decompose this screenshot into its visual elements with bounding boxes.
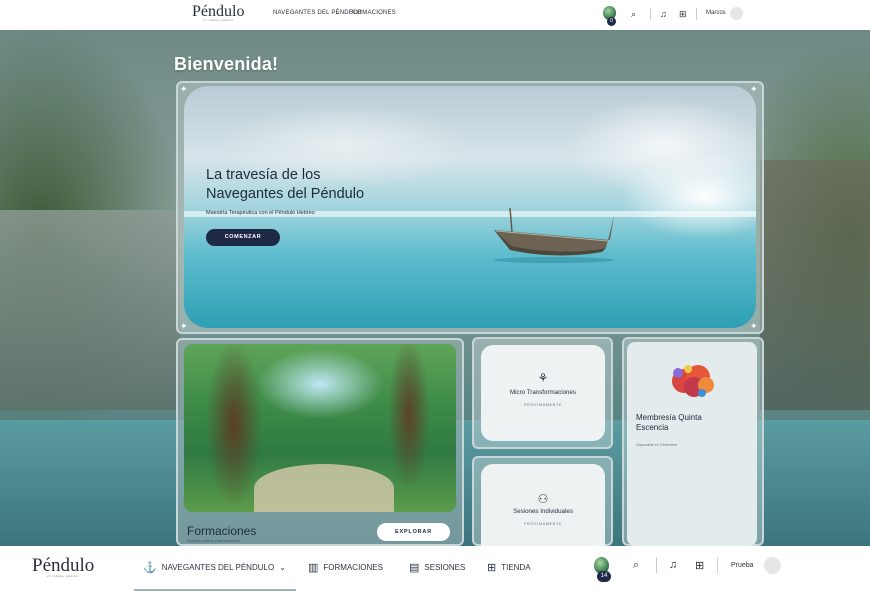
gem-count-badge: 0: [607, 17, 616, 26]
hero-card[interactable]: La travesía de los Navegantes del Péndul…: [184, 86, 756, 328]
users-icon: ⚇: [537, 492, 549, 506]
stone-path: [254, 464, 394, 512]
anchor-icon: ⚓: [143, 562, 157, 574]
sesiones-title: Sesiones Individuales: [513, 508, 573, 515]
avatar[interactable]: [730, 7, 743, 20]
gem-count-badge: 14: [597, 571, 611, 582]
cart-icon: ⊞: [487, 562, 497, 574]
sprout-icon: ⚘: [537, 371, 549, 385]
boat-illustration: [494, 207, 614, 263]
sparkle-icon: ✦: [750, 84, 758, 94]
formaciones-image[interactable]: [184, 344, 456, 512]
nav-item-formaciones-label: FORMACIONES: [323, 563, 383, 572]
nav-item-tienda-label: TIENDA: [501, 563, 531, 572]
start-button[interactable]: COMENZAR: [206, 229, 280, 246]
calendar-icon: ▤: [409, 562, 420, 574]
welcome-heading: Bienvenida!: [174, 54, 279, 74]
sparkle-icon: ✦: [180, 321, 188, 331]
micro-title: Micro Transformaciones: [509, 389, 577, 396]
nav-item-sesiones[interactable]: ▤ SESIONES: [409, 561, 465, 574]
hero-title: La travesía de los Navegantes del Péndul…: [206, 166, 364, 204]
bottom-logo-text: Péndulo: [32, 555, 95, 576]
chevron-down-icon: ⌄: [279, 563, 286, 572]
cart-icon[interactable]: ⊞: [679, 9, 687, 20]
background-cliff-right: [760, 160, 870, 410]
micro-status: PRÓXIMAMENTE: [524, 403, 562, 407]
membresia-title-line1: Membresía Quinta: [636, 413, 702, 422]
hero-title-line2: Navegantes del Péndulo: [206, 186, 365, 202]
bell-icon[interactable]: ♫: [669, 559, 677, 571]
user-name[interactable]: Marcos: [706, 10, 726, 16]
sparkle-icon: ✦: [180, 84, 188, 94]
top-logo[interactable]: Péndulo el camino interior: [192, 3, 244, 22]
bell-icon[interactable]: ♫: [660, 9, 667, 19]
background-cliff-left: [0, 210, 180, 410]
search-icon[interactable]: ⌕: [631, 9, 636, 20]
membresia-title: Membresía Quinta Escencia: [636, 413, 702, 433]
sparkle-icon: ✦: [750, 321, 758, 331]
search-icon[interactable]: ⌕: [633, 559, 639, 572]
divider: [650, 8, 651, 20]
hero-subtitle: Maestría Terapéutica con el Péndulo Hebr…: [206, 210, 315, 216]
hero-title-line1: La travesía de los: [206, 167, 321, 183]
membresia-subtitle: Disponible en Diciembre: [636, 443, 678, 447]
top-nav-formaciones[interactable]: FORMACIONES: [349, 10, 396, 16]
nav-item-navegantes[interactable]: ⚓ NAVEGANTES DEL PÉNDULO ⌄: [143, 561, 286, 574]
membresia-title-line2: Escencia: [636, 423, 669, 432]
bottom-logo[interactable]: Péndulo el camino interior: [32, 555, 94, 578]
formaciones-subtitle: Explora cursos y formaciones: [187, 538, 240, 543]
formaciones-title: Formaciones: [187, 524, 257, 538]
cart-icon[interactable]: ⊞: [695, 559, 704, 572]
book-icon: ▥: [308, 562, 319, 574]
top-navbar: Péndulo el camino interior NAVEGANTES DE…: [0, 0, 870, 30]
explore-button[interactable]: EXPLORAR: [377, 523, 450, 541]
avatar[interactable]: [764, 557, 781, 574]
micro-transformaciones-card[interactable]: ⚘ Micro Transformaciones PRÓXIMAMENTE: [481, 345, 605, 441]
bottom-navbar: Péndulo el camino interior ⚓ NAVEGANTES …: [0, 546, 870, 591]
divider: [696, 8, 697, 20]
membresia-card[interactable]: Membresía Quinta Escencia Disponible en …: [627, 342, 757, 546]
nav-item-formaciones[interactable]: ▥ FORMACIONES: [308, 561, 383, 574]
nav-item-tienda[interactable]: ⊞ TIENDA: [487, 561, 531, 574]
user-name[interactable]: Prueba: [731, 562, 754, 569]
nav-item-navegantes-label: NAVEGANTES DEL PÉNDULO: [161, 563, 275, 572]
divider: [656, 557, 657, 573]
sesiones-individuales-card[interactable]: ⚇ Sesiones Individuales PRÓXIMAMENTE: [481, 464, 605, 546]
nav-item-sesiones-label: SESIONES: [424, 563, 466, 572]
flower-gem-image: [672, 365, 714, 397]
divider: [717, 557, 718, 573]
sesiones-status: PRÓXIMAMENTE: [524, 522, 562, 526]
chevron-down-icon[interactable]: ⌄: [335, 9, 340, 16]
